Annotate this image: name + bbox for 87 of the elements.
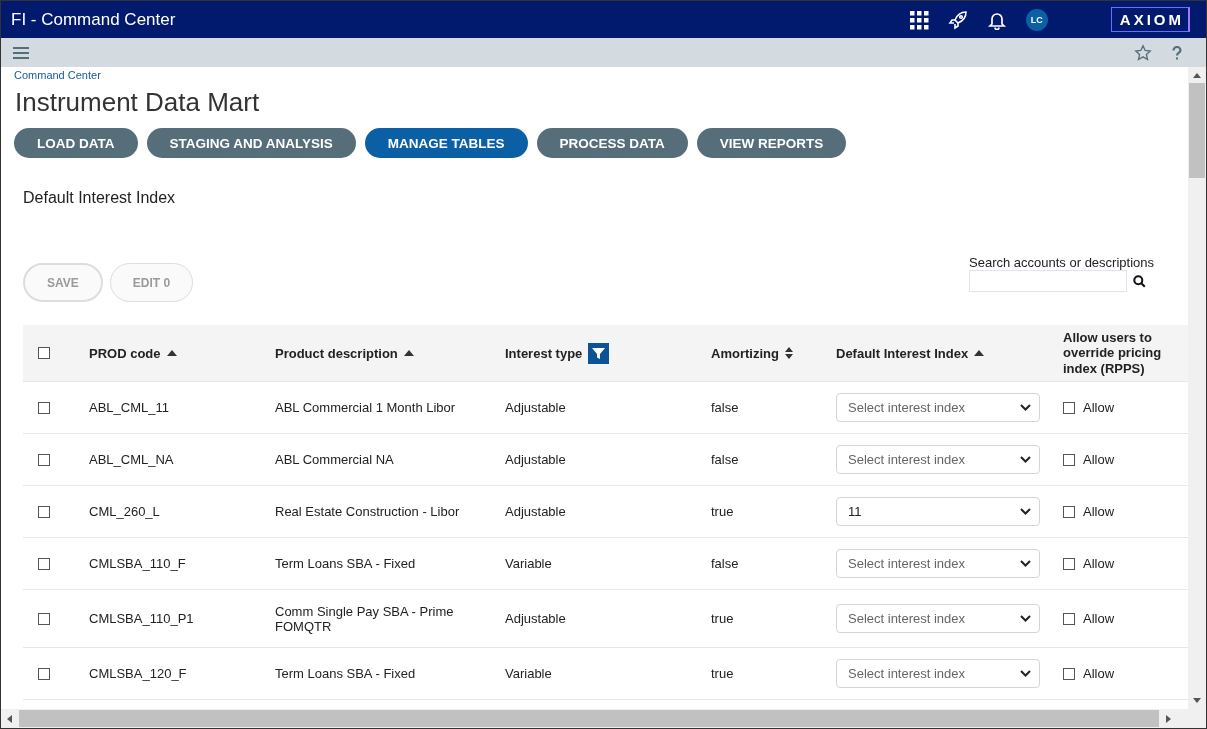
column-header[interactable]: Allow users to override pricing index (RPPS): [1063, 329, 1185, 377]
interest-index-dropdown[interactable]: Select interest index: [836, 604, 1040, 633]
section-title: Default Interest Index: [23, 189, 177, 207]
allow-checkbox[interactable]: Allow: [1063, 611, 1115, 626]
user-avatar[interactable]: LC: [1025, 8, 1048, 31]
rocket-icon[interactable]: [947, 9, 968, 30]
sort-ascending-icon[interactable]: [974, 350, 985, 356]
row-checkbox[interactable]: [38, 453, 50, 466]
scroll-down-arrow-icon[interactable]: [1193, 698, 1201, 703]
table-cell-text: Comm Single Pay SBA - Prime FOMQTR: [275, 603, 455, 634]
chevron-down-icon: [1020, 508, 1031, 515]
window-title: FI - Command Center: [11, 9, 176, 30]
search-label: Search accounts or descriptions: [969, 255, 1154, 270]
table-cell: false: [711, 400, 739, 415]
table-cell: true: [711, 666, 734, 681]
table-cell: ABL_CML_NA: [89, 452, 174, 467]
interest-index-dropdown[interactable]: Select interest index: [836, 445, 1040, 474]
row-checkbox[interactable]: [38, 557, 50, 570]
logo: AXIOM: [1110, 7, 1190, 32]
nav-tab[interactable]: LOAD DATA: [14, 128, 138, 158]
row-checkbox[interactable]: [38, 505, 50, 518]
table-cell: true: [711, 611, 734, 626]
scroll-left-arrow-icon[interactable]: [7, 714, 12, 723]
star-icon[interactable]: [1134, 43, 1152, 62]
nav-tab[interactable]: PROCESS DATA: [536, 128, 688, 158]
interest-index-dropdown[interactable]: Select interest index: [836, 393, 1040, 422]
allow-checkbox[interactable]: Allow: [1063, 666, 1115, 681]
table-cell: Variable: [505, 556, 552, 571]
scrollbar-thumb[interactable]: [1189, 83, 1205, 178]
table-cell: false: [711, 452, 739, 467]
app-grid-icon[interactable]: [908, 9, 929, 30]
sort-icon[interactable]: [784, 347, 793, 359]
table-cell: true: [711, 504, 734, 519]
table-cell: ABL Commercial 1 Month Libor: [275, 400, 456, 415]
row-checkbox[interactable]: [38, 612, 50, 625]
column-header[interactable]: Interest type: [505, 345, 583, 361]
allow-checkbox[interactable]: Allow: [1063, 556, 1115, 571]
row-checkbox[interactable]: [38, 401, 50, 414]
menu-icon[interactable]: [13, 45, 29, 60]
table-cell: Term Loans SBA - Fixed: [275, 666, 416, 681]
column-header[interactable]: PROD code: [89, 345, 161, 361]
table-cell: ABL Commercial NA: [275, 452, 394, 467]
column-header[interactable]: Amortizing: [711, 345, 779, 361]
allow-checkbox[interactable]: Allow: [1063, 400, 1115, 415]
table-cell: Real Estate Construction - Libor: [275, 504, 460, 519]
sort-ascending-icon[interactable]: [403, 350, 414, 356]
chevron-down-icon: [1020, 560, 1031, 567]
interest-index-dropdown[interactable]: Select interest index: [836, 549, 1040, 578]
table-cell: Adjustable: [505, 400, 566, 415]
horizontal-scrollbar[interactable]: [1, 709, 1206, 728]
table-cell: CML_260_L: [89, 504, 160, 519]
chevron-down-icon: [1020, 670, 1031, 677]
scroll-up-arrow-icon[interactable]: [1193, 73, 1201, 78]
interest-index-dropdown[interactable]: Select interest index: [836, 659, 1040, 688]
page-title: Instrument Data Mart: [15, 87, 261, 118]
help-icon[interactable]: [1172, 45, 1182, 60]
table-cell: Adjustable: [505, 504, 566, 519]
chevron-down-icon: [1020, 615, 1031, 622]
table-cell: CMLSBA_110_F: [89, 556, 186, 571]
select-all-checkbox[interactable]: [38, 347, 50, 359]
table-cell: false: [711, 556, 739, 571]
search-icon[interactable]: [1133, 274, 1146, 288]
table-cell: Variable: [505, 666, 552, 681]
search-field[interactable]: [969, 270, 1127, 292]
breadcrumb-link[interactable]: Command Center: [14, 69, 1188, 81]
filter-icon[interactable]: [588, 342, 610, 364]
allow-checkbox[interactable]: Allow: [1063, 452, 1115, 467]
vertical-scrollbar[interactable]: [1188, 67, 1206, 709]
table-cell: Term Loans SBA - Fixed: [275, 556, 416, 571]
table-cell: CMLSBA_110_P1: [89, 611, 194, 626]
column-header[interactable]: Default Interest Index: [836, 345, 969, 361]
chevron-down-icon: [1020, 404, 1031, 411]
chevron-down-icon: [1020, 456, 1031, 463]
row-checkbox[interactable]: [38, 667, 50, 680]
table-cell: CMLSBA_120_F: [89, 666, 187, 681]
nav-tab[interactable]: STAGING AND ANALYSIS: [146, 128, 356, 158]
nav-tab[interactable]: MANAGE TABLES: [364, 128, 528, 158]
nav-tab[interactable]: VIEW REPORTS: [696, 128, 847, 158]
scroll-right-arrow-icon[interactable]: [1166, 714, 1171, 723]
scrollbar-thumb[interactable]: [19, 710, 1159, 727]
table-cell: Adjustable: [505, 611, 566, 626]
allow-checkbox[interactable]: Allow: [1063, 504, 1115, 519]
table-cell: Adjustable: [505, 452, 566, 467]
column-header[interactable]: Product description: [275, 345, 398, 361]
interest-index-dropdown[interactable]: 11: [836, 497, 1040, 526]
sort-ascending-icon[interactable]: [166, 350, 177, 356]
table-cell: ABL_CML_11: [89, 400, 169, 415]
